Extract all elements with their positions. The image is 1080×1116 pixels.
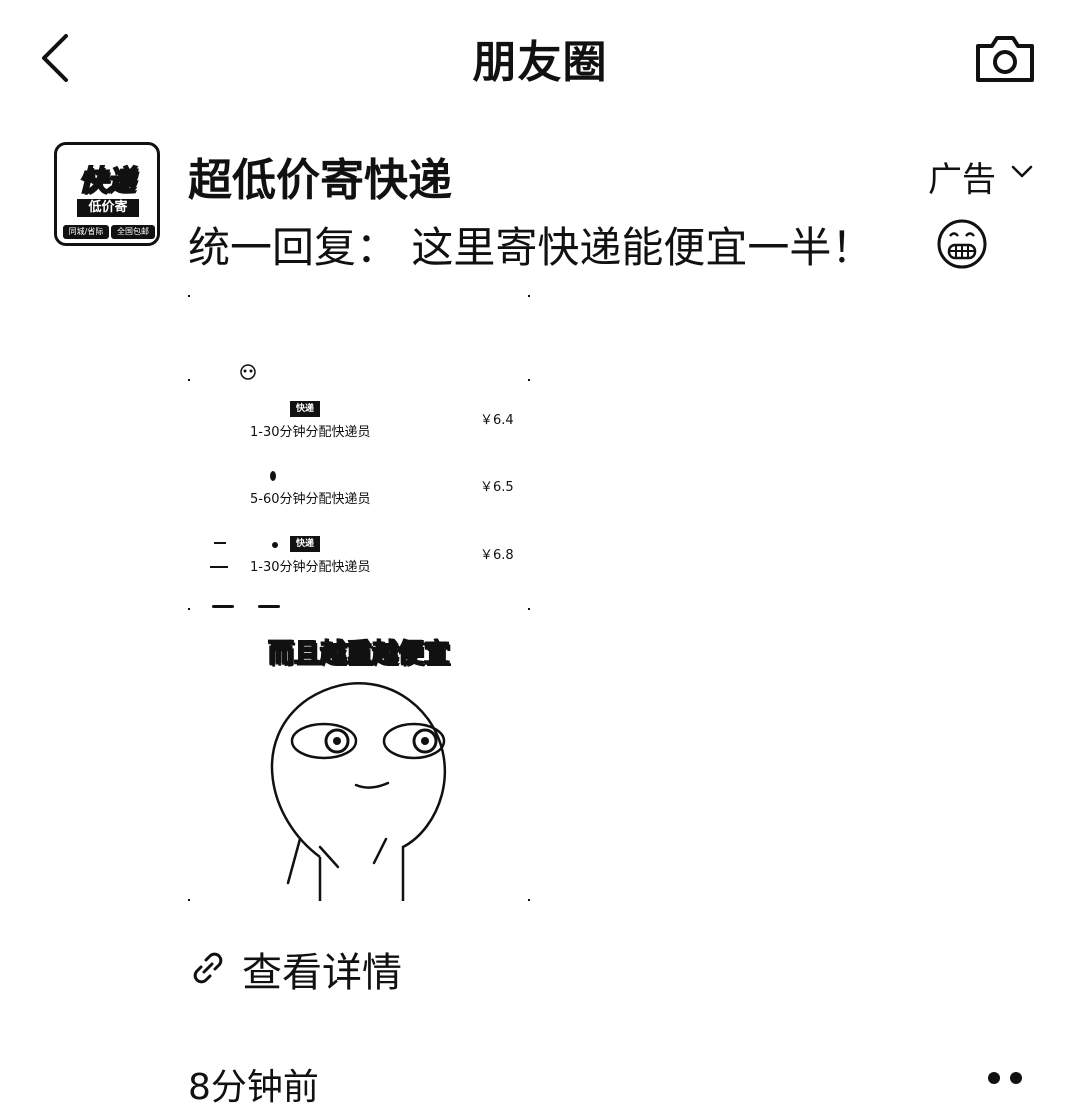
scroll-edge-mark (258, 605, 280, 608)
order-option-row: 5-60分钟分配快递员 ￥6.5 (188, 468, 530, 518)
link-icon (193, 952, 223, 984)
avatar-logo-text: 快递 (78, 163, 136, 198)
order-option-desc: 1-30分钟分配快递员 (250, 560, 371, 575)
post-image[interactable]: 快递 1-30分钟分配快递员 ￥6.4 5-60分钟分配快递员 ￥6.5 快递 … (188, 295, 530, 901)
order-option-price: ￥6.5 (480, 480, 514, 495)
scroll-edge-mark (212, 605, 234, 608)
grinning-face-icon (937, 219, 987, 269)
order-option-row: 快递 1-30分钟分配快递员 ￥6.8 (188, 536, 530, 586)
radio-mark (210, 566, 228, 568)
more-dots-icon[interactable] (984, 1066, 1026, 1090)
chevron-down-icon[interactable] (1010, 160, 1034, 184)
small-face-icon (240, 364, 256, 380)
frame-corner (528, 295, 530, 297)
camera-button[interactable] (974, 34, 1036, 84)
camera-icon (976, 36, 1034, 82)
advertiser-avatar[interactable]: 快递 低价寄 同城/省际 全国包邮 (54, 142, 160, 246)
order-option-price: ￥6.4 (480, 413, 514, 428)
courier-logo-icon (272, 542, 278, 548)
frame-corner (188, 899, 190, 901)
courier-badge: 快递 (290, 401, 320, 417)
avatar-tag-right: 全国包邮 (111, 225, 155, 239)
order-option-row: 快递 1-30分钟分配快递员 ￥6.4 (188, 401, 530, 451)
post-text: 统一回复： 这里寄快递能便宜一半！ (188, 223, 874, 272)
avatar-subtitle: 低价寄 (77, 199, 139, 217)
courier-badge: 快递 (290, 536, 320, 552)
cartoon-character (270, 682, 446, 901)
frame-corner (528, 899, 530, 901)
page-title: 朋友圈 (472, 37, 608, 88)
frame-corner (188, 379, 190, 381)
courier-logo-icon (270, 471, 276, 481)
order-option-price: ￥6.8 (480, 548, 514, 563)
frame-corner (188, 608, 190, 610)
order-option-desc: 5-60分钟分配快递员 (250, 492, 371, 507)
frame-corner (188, 295, 190, 297)
post-timestamp: 8分钟前 (188, 1067, 319, 1108)
order-option-desc: 1-30分钟分配快递员 (250, 425, 371, 440)
view-details-label: 查看详情 (242, 950, 402, 996)
frame-corner (528, 608, 530, 610)
top-nav-bar: 朋友圈 (0, 0, 1080, 120)
avatar-tag-left: 同城/省际 (63, 225, 109, 239)
sender-name[interactable]: 超低价寄快递 (188, 144, 452, 208)
ad-label[interactable]: 广告 (928, 152, 996, 201)
frame-corner (528, 379, 530, 381)
radio-mark (214, 542, 226, 544)
image-caption: 而且越重越便宜 (267, 638, 451, 670)
